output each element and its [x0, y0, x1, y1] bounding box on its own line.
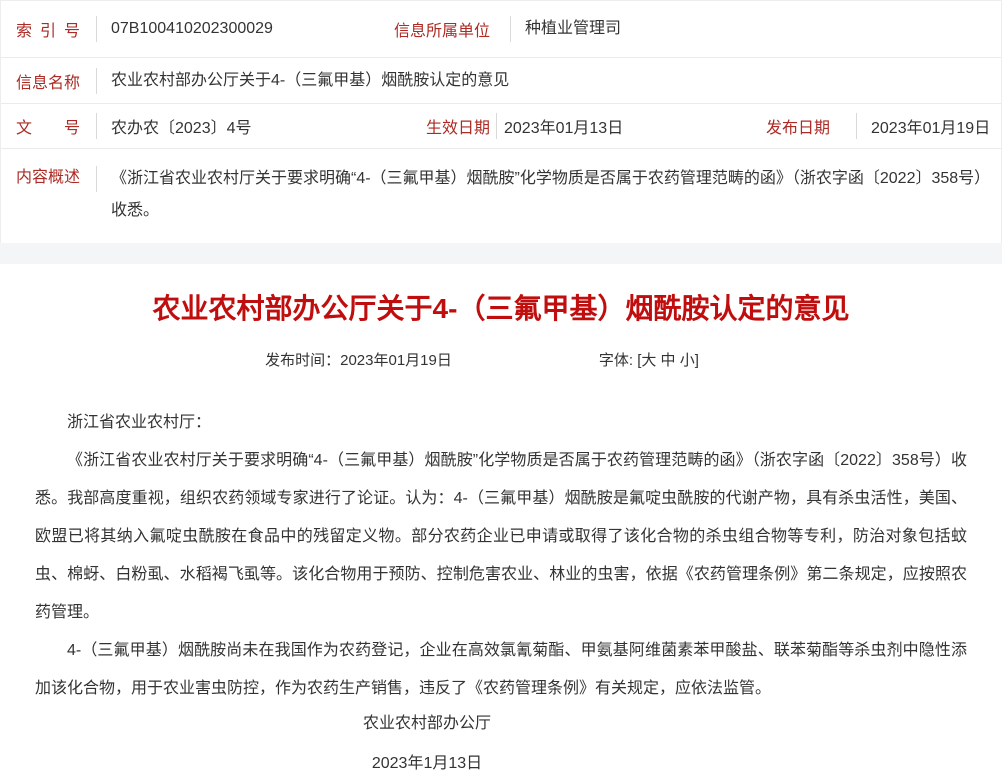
- document-meta-table: 索引号 07B100410202300029 信息所属单位 种植业管理司 信息名…: [0, 0, 1002, 243]
- meta-row-index: 索引号 07B100410202300029 信息所属单位 种植业管理司: [1, 1, 1001, 58]
- signature-date: 2023年1月13日: [35, 750, 819, 778]
- publish-date-value: 2023年01月19日: [857, 114, 1001, 138]
- info-name-label: 信息名称: [1, 69, 96, 93]
- effective-date-value: 2023年01月13日: [497, 114, 758, 138]
- publish-info-row: 发布时间：2023年01月19日 字体: [大 中 小]: [0, 349, 983, 370]
- signature-block: 农业农村部办公厅 2023年1月13日: [35, 710, 819, 778]
- section-separator-band: [0, 243, 1002, 264]
- document-detail-page: 索引号 07B100410202300029 信息所属单位 种植业管理司 信息名…: [0, 0, 1002, 783]
- info-name-value: 农业农村部办公厅关于4-（三氟甲基）烟酰胺认定的意见: [97, 65, 1001, 97]
- font-size-switcher[interactable]: [大 中 小]: [637, 352, 699, 369]
- article-title: 农业农村部办公厅关于4-（三氟甲基）烟酰胺认定的意见: [0, 289, 1002, 329]
- effective-date-label: 生效日期: [382, 114, 496, 138]
- meta-row-title: 信息名称 农业农村部办公厅关于4-（三氟甲基）烟酰胺认定的意见: [1, 58, 1001, 104]
- summary-label: 内容概述: [1, 163, 96, 187]
- font-size-control: 字体: [大 中 小]: [599, 349, 699, 370]
- article-body: 浙江省农业农村厅： 《浙江省农业农村厅关于要求明确“4-（三氟甲基）烟酰胺”化学…: [0, 404, 1002, 783]
- doc-number-value: 农办农〔2023〕4号: [97, 114, 382, 138]
- index-number-label: 索引号: [1, 17, 96, 41]
- doc-number-label: 文号: [1, 114, 96, 138]
- meta-row-docnumber: 文号 农办农〔2023〕4号 生效日期 2023年01月13日 发布日期 202…: [1, 104, 1001, 149]
- salutation: 浙江省农业农村厅：: [35, 404, 967, 442]
- signature-org: 农业农村部办公厅: [35, 710, 819, 738]
- index-number-value: 07B100410202300029: [97, 20, 382, 38]
- info-unit-label: 信息所属单位: [382, 17, 510, 41]
- info-unit-value: 种植业管理司: [511, 13, 1001, 45]
- publish-date-label: 发布日期: [758, 114, 856, 138]
- body-paragraph-1: 《浙江省农业农村厅关于要求明确“4-（三氟甲基）烟酰胺”化学物质是否属于农药管理…: [35, 442, 967, 632]
- body-paragraph-2: 4-（三氟甲基）烟酰胺尚未在我国作为农药登记，企业在高效氯氰菊酯、甲氨基阿维菌素…: [35, 632, 967, 708]
- publish-time: 发布时间：2023年01月19日: [265, 349, 452, 370]
- summary-value: 《浙江省农业农村厅关于要求明确“4-（三氟甲基）烟酰胺”化学物质是否属于农药管理…: [97, 163, 1001, 227]
- font-size-label: 字体:: [599, 352, 637, 369]
- meta-row-summary: 内容概述 《浙江省农业农村厅关于要求明确“4-（三氟甲基）烟酰胺”化学物质是否属…: [1, 149, 1001, 243]
